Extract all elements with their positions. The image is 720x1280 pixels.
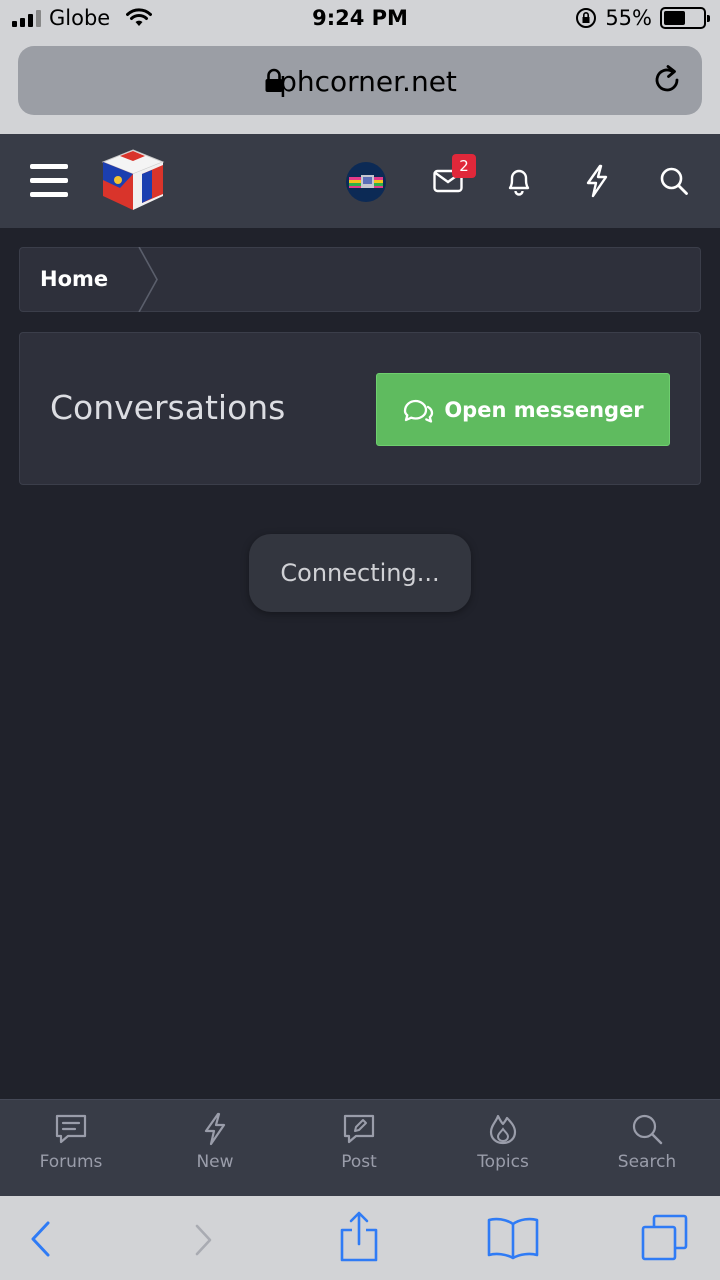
tab-search-label: Search [617, 1152, 677, 1172]
open-messenger-button[interactable]: Open messenger [376, 373, 670, 446]
flame-icon [489, 1114, 517, 1145]
tab-new[interactable]: New [160, 1112, 270, 1172]
reload-icon[interactable] [650, 63, 684, 97]
tab-forums[interactable]: Forums [16, 1112, 126, 1172]
site-header: 2 [0, 134, 720, 228]
breadcrumb-home[interactable]: Home [40, 267, 108, 291]
tab-forums-label: Forums [39, 1152, 103, 1172]
page-title: Conversations [50, 388, 286, 427]
user-avatar[interactable] [346, 162, 386, 202]
conversations-header: Conversations Open messenger [19, 332, 701, 485]
tab-post[interactable]: Post [304, 1112, 414, 1172]
chat-bubbles-icon [404, 399, 434, 423]
tab-search[interactable]: Search [592, 1112, 702, 1172]
battery-icon [660, 7, 710, 29]
menu-icon[interactable] [30, 164, 70, 198]
lightning-icon[interactable] [584, 164, 610, 198]
address-bar[interactable]: phcorner.net [18, 46, 702, 115]
status-right: 55% [575, 6, 710, 30]
share-icon[interactable] [338, 1210, 380, 1264]
open-messenger-label: Open messenger [444, 397, 644, 422]
forums-icon [55, 1114, 87, 1144]
browser-url-area: phcorner.net [0, 40, 720, 134]
bottom-nav: Forums New Post Topics Search [0, 1099, 720, 1196]
new-lightning-icon [204, 1112, 226, 1146]
phcorner-logo[interactable] [100, 148, 166, 212]
safari-toolbar [0, 1196, 720, 1280]
search-icon[interactable] [659, 166, 689, 196]
forward-icon[interactable] [190, 1223, 216, 1257]
battery-percent: 55% [605, 6, 652, 30]
search-icon [632, 1114, 663, 1145]
tab-topics-label: Topics [477, 1152, 529, 1172]
tab-new-label: New [196, 1152, 234, 1172]
connecting-toast: Connecting... [249, 534, 471, 612]
tab-post-label: Post [341, 1152, 377, 1172]
tabs-icon[interactable] [640, 1214, 690, 1262]
tab-topics[interactable]: Topics [448, 1112, 558, 1172]
status-bar: Globe 9:24 PM 55% [0, 0, 720, 40]
orientation-lock-icon [576, 8, 597, 28]
url-text: phcorner.net [279, 65, 457, 98]
messages-badge: 2 [452, 154, 476, 178]
back-icon[interactable] [28, 1220, 54, 1258]
breadcrumb-separator-icon [138, 247, 158, 312]
bookmarks-icon[interactable] [486, 1216, 540, 1260]
breadcrumb: Home [19, 247, 701, 312]
bell-icon[interactable] [505, 166, 533, 196]
post-icon [343, 1114, 375, 1144]
